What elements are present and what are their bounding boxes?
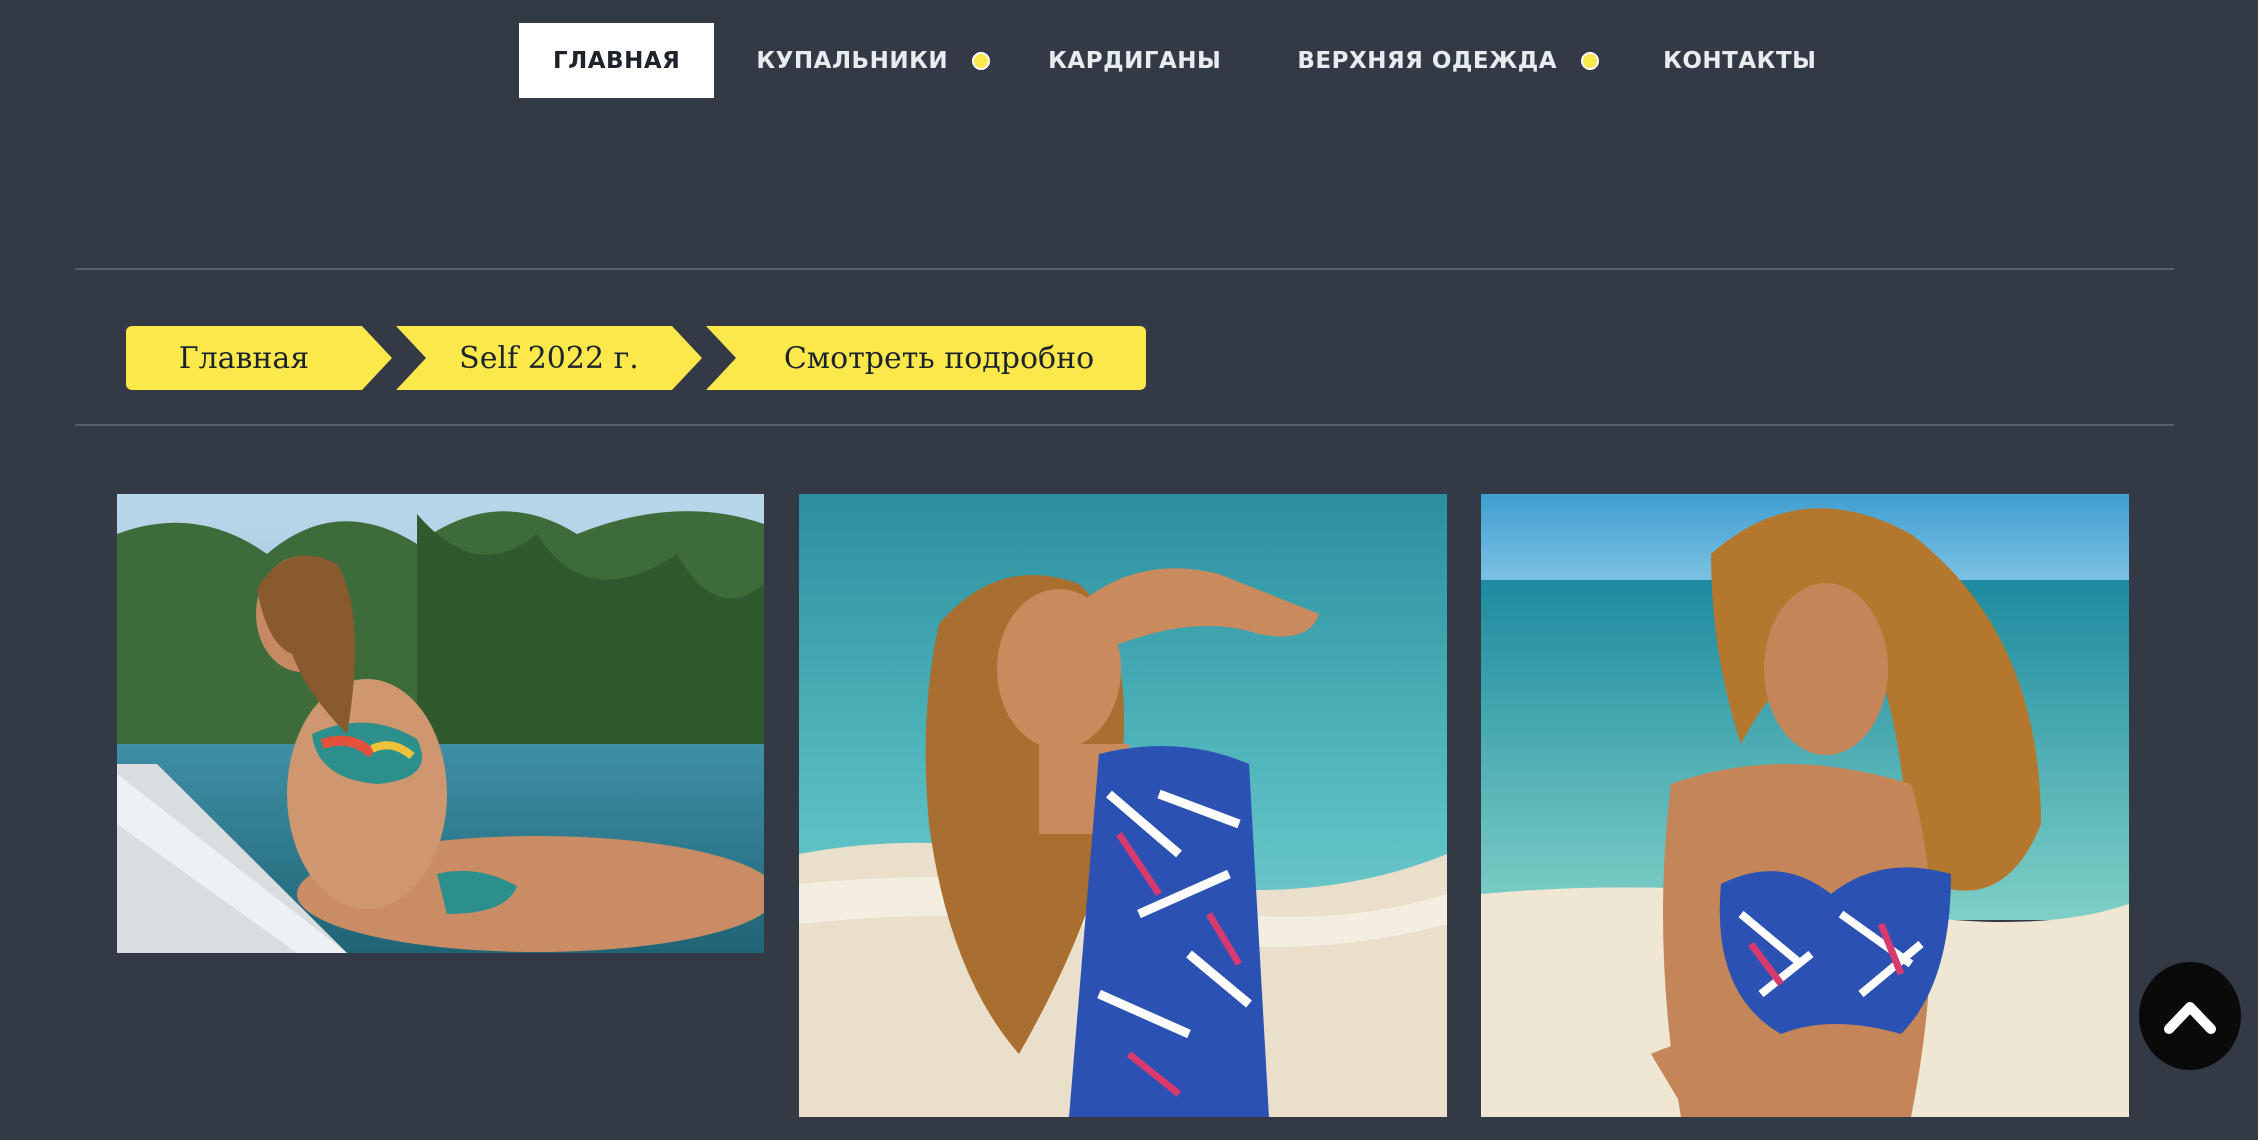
photo-poolside-bikini (117, 494, 764, 953)
nav-item-label: КУПАЛЬНИКИ (756, 47, 949, 74)
photo-beach-bikini (1481, 494, 2129, 1117)
scroll-to-top-button[interactable] (2139, 962, 2241, 1070)
nav-item-home[interactable]: ГЛАВНАЯ (519, 23, 715, 98)
dot-icon (972, 51, 991, 70)
main-nav: ГЛАВНАЯ КУПАЛЬНИКИ КАРДИГАНЫ ВЕРХНЯЯ ОДЕ… (519, 23, 1816, 98)
nav-item-label: КАРДИГАНЫ (1048, 47, 1222, 74)
breadcrumb-item-current: Смотреть подробно (706, 326, 1146, 390)
chevron-up-icon (2164, 1002, 2216, 1034)
gallery-photo-2[interactable] (799, 494, 1447, 1117)
dot-icon (1581, 51, 1600, 70)
breadcrumb-item-collection[interactable]: Self 2022 г. (396, 326, 702, 390)
breadcrumb-label: Self 2022 г. (459, 340, 639, 376)
gallery-photo-3[interactable] (1481, 494, 2129, 1117)
nav-item-cardigans[interactable]: КАРДИГАНЫ (1048, 23, 1221, 98)
nav-item-label: ГЛАВНАЯ (553, 47, 681, 74)
gallery-photo-1[interactable] (117, 494, 764, 953)
divider-bottom (75, 424, 2174, 426)
breadcrumb-label: Смотреть подробно (783, 340, 1095, 376)
nav-item-contacts[interactable]: КОНТАКТЫ (1663, 23, 1816, 98)
breadcrumb-label: Главная (178, 340, 310, 376)
divider-top (75, 268, 2174, 270)
nav-item-label: ВЕРХНЯЯ ОДЕЖДА (1297, 47, 1558, 74)
breadcrumb-item-home[interactable]: Главная (126, 326, 392, 390)
nav-item-outerwear[interactable]: ВЕРХНЯЯ ОДЕЖДА (1297, 23, 1600, 98)
photo-beach-onepiece (799, 494, 1447, 1117)
nav-item-label: КОНТАКТЫ (1663, 47, 1817, 74)
nav-item-swimsuits[interactable]: КУПАЛЬНИКИ (756, 23, 991, 98)
